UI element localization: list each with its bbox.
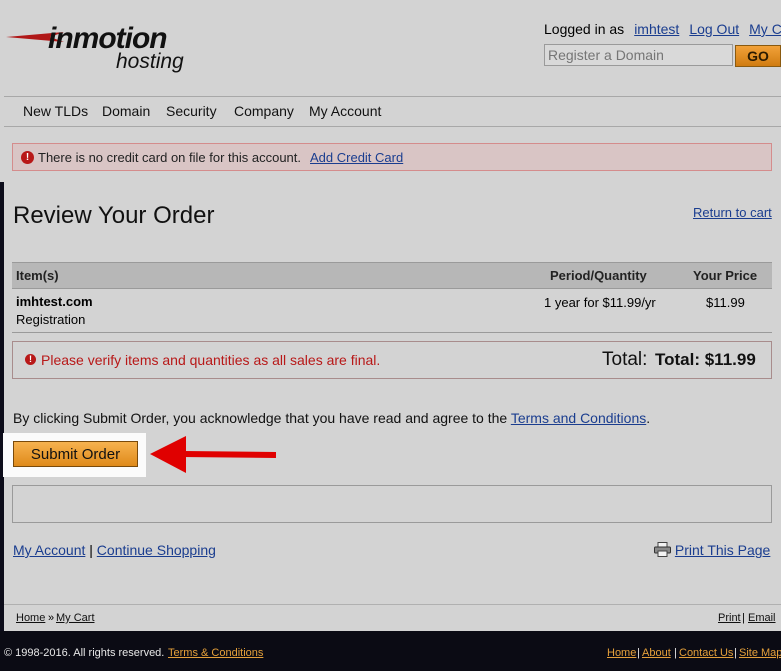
print-this-page-link[interactable]: Print This Page (675, 542, 770, 558)
footer-about-link[interactable]: About (642, 647, 671, 659)
footer-sitemap-link[interactable]: Site Map (739, 647, 781, 659)
item-period: 1 year for $11.99/yr (544, 295, 656, 310)
user-bar: Logged in as imhtest Log Out My Cart (544, 21, 781, 37)
verify-warning-text: Please verify items and quantities as al… (41, 352, 381, 368)
column-header-item: Item(s) (16, 268, 59, 283)
total-value: Total: $11.99 (655, 350, 756, 369)
total-label: Total: (602, 349, 648, 370)
register-domain-input[interactable] (544, 44, 733, 66)
empty-panel (12, 485, 772, 523)
inmotion-logo[interactable]: inmotion hosting (6, 20, 206, 80)
link-separator: | (89, 542, 93, 558)
order-table-header: Item(s) Period/Quantity Your Price (12, 262, 772, 289)
order-total-box: ! Please verify items and quantities as … (12, 341, 772, 379)
footer-contact-link[interactable]: Contact Us (679, 647, 733, 659)
email-link[interactable]: Email (748, 612, 776, 624)
footer-home-link[interactable]: Home (607, 647, 636, 659)
breadcrumb-home[interactable]: Home (16, 612, 45, 624)
breadcrumb: Home » My Cart Print | Email (4, 604, 781, 632)
terms-and-conditions-link[interactable]: Terms and Conditions (511, 410, 646, 426)
nav-item-domain[interactable]: Domain (102, 103, 150, 119)
agreement-text: By clicking Submit Order, you acknowledg… (13, 410, 650, 426)
red-arrow-icon (150, 436, 276, 473)
column-header-price: Your Price (693, 268, 758, 283)
page-side-strip (0, 182, 4, 671)
nav-item-my-account[interactable]: My Account (309, 103, 381, 119)
continue-shopping-link[interactable]: Continue Shopping (97, 542, 216, 558)
printer-icon (654, 542, 671, 557)
logout-link[interactable]: Log Out (689, 21, 739, 37)
submit-order-button[interactable]: Submit Order (13, 441, 138, 467)
breadcrumb-pipe: | (742, 612, 745, 624)
no-credit-card-alert: ! There is no credit card on file for th… (12, 143, 772, 171)
item-name: imhtest.com (16, 294, 93, 309)
item-type: Registration (16, 312, 86, 327)
alert-text: There is no credit card on file for this… (38, 150, 302, 165)
agreement-body: By clicking Submit Order, you acknowledg… (13, 410, 508, 426)
nav-item-security[interactable]: Security (166, 103, 217, 119)
submit-highlight: Submit Order (3, 433, 146, 477)
exclamation-circle-icon: ! (21, 151, 34, 164)
logged-in-label: Logged in as (544, 21, 625, 37)
column-header-period: Period/Quantity (550, 268, 647, 283)
print-link-small[interactable]: Print (718, 612, 741, 624)
logo-word-hosting: hosting (116, 50, 184, 73)
site-footer: © 1998-2016. All rights reserved. Terms … (0, 631, 781, 671)
breadcrumb-separator: » (48, 612, 55, 624)
footer-pipe: | (674, 647, 677, 659)
footer-terms-link[interactable]: Terms & Conditions (168, 647, 263, 659)
breadcrumb-my-cart[interactable]: My Cart (56, 612, 95, 624)
item-price: $11.99 (706, 295, 745, 310)
return-to-cart-link[interactable]: Return to cart (693, 205, 772, 220)
username-link[interactable]: imhtest (634, 21, 679, 37)
page-title: Review Your Order (13, 202, 215, 229)
go-button[interactable]: GO (735, 45, 781, 67)
my-account-link[interactable]: My Account (13, 542, 85, 558)
account-links: My Account | Continue Shopping (13, 542, 216, 558)
main-nav: New TLDs Domain Security Company My Acco… (4, 96, 781, 127)
copyright-text: © 1998-2016. All rights reserved. (4, 647, 165, 659)
print-page[interactable]: Print This Page (654, 542, 770, 558)
agreement-end: . (646, 410, 651, 426)
add-credit-card-link[interactable]: Add Credit Card (310, 150, 403, 165)
footer-pipe: | (734, 647, 737, 659)
my-cart-link[interactable]: My Cart (749, 21, 781, 37)
footer-pipe: | (637, 647, 640, 659)
table-row: imhtest.com Registration 1 year for $11.… (12, 289, 772, 333)
nav-item-new-tlds[interactable]: New TLDs (23, 103, 88, 119)
nav-item-company[interactable]: Company (234, 103, 294, 119)
exclamation-circle-icon: ! (25, 354, 36, 365)
